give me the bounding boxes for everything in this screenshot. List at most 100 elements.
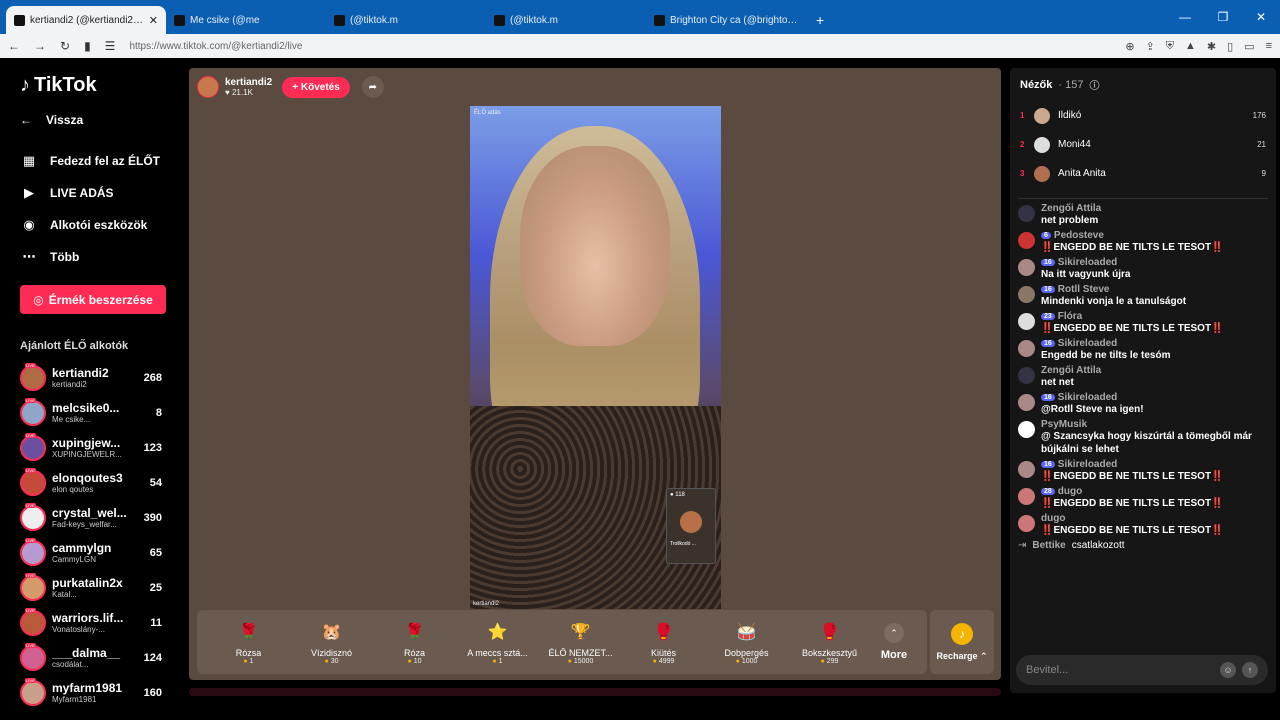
chat-avatar[interactable] <box>1018 421 1035 438</box>
chat-avatar[interactable] <box>1018 286 1035 303</box>
sidebar-nav-item[interactable]: ▶ LIVE ADÁS <box>20 177 162 209</box>
chat-user[interactable]: 16 Sikireloaded <box>1041 257 1268 268</box>
share-icon[interactable]: ➦ <box>361 76 384 98</box>
top-viewer-row[interactable]: 2 Moni44 21 <box>1010 130 1276 159</box>
chat-avatar[interactable] <box>1018 488 1035 505</box>
restore-button[interactable]: ❐ <box>1204 0 1242 34</box>
chat-avatar[interactable] <box>1018 394 1035 411</box>
new-tab-button[interactable]: + <box>806 12 834 34</box>
chat-user[interactable]: 16 Sikireloaded <box>1041 392 1268 403</box>
gift-item[interactable]: 🥊 Kiütés4999 <box>622 620 705 665</box>
follow-button[interactable]: + Követés <box>282 76 350 98</box>
chat-username: Sikireloaded <box>1057 459 1118 470</box>
gift-item[interactable]: ⭐ A meccs sztá...1 <box>456 620 539 665</box>
chat-body: 6 Pedosteve ‼️ENGEDD BE NE TILTS LE TESOT‼… <box>1041 230 1268 254</box>
back-nav-icon[interactable]: ← <box>8 39 20 53</box>
chat-user[interactable]: Zengői Attila <box>1041 203 1268 214</box>
gift-item[interactable]: 🏆 ÉLŐ NEMZET...15000 <box>539 620 622 665</box>
chat-avatar[interactable] <box>1018 515 1035 532</box>
top-viewer-row[interactable]: 1 Ildikó 176 <box>1010 101 1276 130</box>
browser-tab[interactable]: (@tiktok.m <box>486 6 646 34</box>
chat-avatar[interactable] <box>1018 461 1035 478</box>
more-gifts-button[interactable]: ⌃ More <box>871 623 917 661</box>
creator-item[interactable]: ___dalma__csodálat... 124 <box>20 640 162 675</box>
creator-item[interactable]: myfarm1981Myfarm1981 160 <box>20 675 162 710</box>
share-page-icon[interactable]: ⇪ <box>1146 40 1155 53</box>
host-avatar[interactable] <box>197 76 219 98</box>
gift-price: 4999 <box>653 658 675 665</box>
menu-icon[interactable]: ≡ <box>1266 40 1272 53</box>
creator-item[interactable]: cammylgnCammyLGN 65 <box>20 535 162 570</box>
chat-user[interactable]: Zengői Attila <box>1041 365 1268 376</box>
back-link[interactable]: ← Vissza <box>20 109 162 131</box>
sidebar-toggle-icon[interactable]: ▯ <box>1227 40 1233 53</box>
bookmark-icon[interactable]: ▮ <box>84 39 91 53</box>
chat-avatar[interactable] <box>1018 232 1035 249</box>
gift-item[interactable]: 🥊 Bokszkesztyű299 <box>788 620 871 665</box>
chat-user[interactable]: 6 Pedosteve <box>1041 230 1268 241</box>
gift-item[interactable]: 🌹 Róza10 <box>373 620 456 665</box>
creator-item[interactable]: purkatalin2xKatal... 25 <box>20 570 162 605</box>
url-field[interactable]: https://www.tiktok.com/@kertiandi2/live <box>129 41 1111 52</box>
browser-tab[interactable]: Brighton City ca (@brighton.city) ÉLŐ <box>646 6 806 34</box>
site-settings-icon[interactable]: ☰ <box>105 39 116 53</box>
chat-user[interactable]: 16 Rotll Steve <box>1041 284 1268 295</box>
creator-item[interactable]: elonqoutes3elon qoutes 54 <box>20 465 162 500</box>
creator-item[interactable]: warriors.lif...Vonatoslány-... 11 <box>20 605 162 640</box>
browser-tab[interactable]: kertiandi2 (@kertiandi2) ÉLŐ ✕ <box>6 6 166 34</box>
chat-avatar[interactable] <box>1018 313 1035 330</box>
chat-user[interactable]: 16 Sikireloaded <box>1041 338 1268 349</box>
creator-info: cammylgn CammyLGN <box>52 541 132 564</box>
reload-icon[interactable]: ↻ <box>60 39 70 53</box>
puzzle-icon[interactable]: ✱ <box>1207 40 1216 53</box>
recharge-button[interactable]: ♪ Recharge ⌃ <box>930 610 994 674</box>
chat-avatar[interactable] <box>1018 367 1035 384</box>
close-window-button[interactable]: ✕ <box>1242 0 1280 34</box>
creator-item[interactable]: kertiandi2kertiandi2 268 <box>20 360 162 395</box>
tab-title: (@tiktok.m <box>350 14 398 26</box>
chat-user[interactable]: PsyMusik <box>1041 419 1268 430</box>
lightbulb-icon: ◉ <box>23 217 35 232</box>
guest-window[interactable]: ● 118 Trollkodó ... <box>666 488 716 564</box>
chat-user[interactable]: 23 Flóra <box>1041 311 1268 322</box>
sidebar-nav-item[interactable]: ◉ Alkotói eszközök <box>20 209 162 241</box>
close-tab-icon[interactable]: ✕ <box>149 14 158 27</box>
creator-item[interactable]: xupingjew...XUPINGJEWELR... 123 <box>20 430 162 465</box>
chat-username: Zengői Attila <box>1041 203 1102 214</box>
minimize-button[interactable]: — <box>1166 0 1204 34</box>
top-viewer-row[interactable]: 3 Anita Anita 9 <box>1010 159 1276 188</box>
emoji-icon[interactable]: ☺ <box>1220 662 1236 678</box>
gift-name: Dobpergés <box>724 647 769 658</box>
chat-user[interactable]: dugo <box>1041 513 1268 524</box>
browser-tab[interactable]: Me csike (@me <box>166 6 326 34</box>
chat-avatar[interactable] <box>1018 205 1035 222</box>
viewers-count: · 157 <box>1058 78 1084 91</box>
viewers-header[interactable]: Nézők · 157 ⓘ <box>1010 68 1276 101</box>
chat-avatar[interactable] <box>1018 259 1035 276</box>
gift-item[interactable]: 🐹 Vízidisznó30 <box>290 620 373 665</box>
browser-tab[interactable]: (@tiktok.m <box>326 6 486 34</box>
send-icon[interactable]: ↑ <box>1242 662 1258 678</box>
logo-text: TikTok <box>34 74 97 96</box>
gift-item[interactable]: 🌹 Rózsa1 <box>207 620 290 665</box>
chat-input[interactable]: Bevitel... ☺ ↑ <box>1016 655 1268 685</box>
chat-avatar[interactable] <box>1018 340 1035 357</box>
zoom-icon[interactable]: ⊕ <box>1125 40 1134 53</box>
shield-icon[interactable]: ⛨ <box>1166 40 1174 53</box>
tiktok-logo[interactable]: ♪ TikTok <box>20 74 162 97</box>
get-coins-button[interactable]: ◎ Érmék beszerzése <box>20 285 166 314</box>
chat-user[interactable]: 28 dugo <box>1041 486 1268 497</box>
creator-item[interactable]: crystal_wel...Fad-keys_welfar... 390 <box>20 500 162 535</box>
chat-user[interactable]: 16 Sikireloaded <box>1041 459 1268 470</box>
sidebar-nav-item[interactable]: ⋯ Több <box>20 241 162 273</box>
sidebar-nav-item[interactable]: ▦ Fedezd fel az ÉLŐT <box>20 145 162 177</box>
gift-item[interactable]: 🥁 Dobpergés1000 <box>705 620 788 665</box>
info-icon[interactable]: ⓘ <box>1089 77 1099 92</box>
gift-price: 1 <box>492 658 503 665</box>
wallet-icon[interactable]: ▭ <box>1244 40 1254 53</box>
creator-item[interactable]: melcsike0...Me csike... 8 <box>20 395 162 430</box>
forward-nav-icon[interactable]: → <box>34 39 46 53</box>
host-name[interactable]: kertiandi2 <box>225 77 272 88</box>
guest-viewers-value: 118 <box>675 492 685 498</box>
extension-icon[interactable]: ▲ <box>1185 40 1196 53</box>
